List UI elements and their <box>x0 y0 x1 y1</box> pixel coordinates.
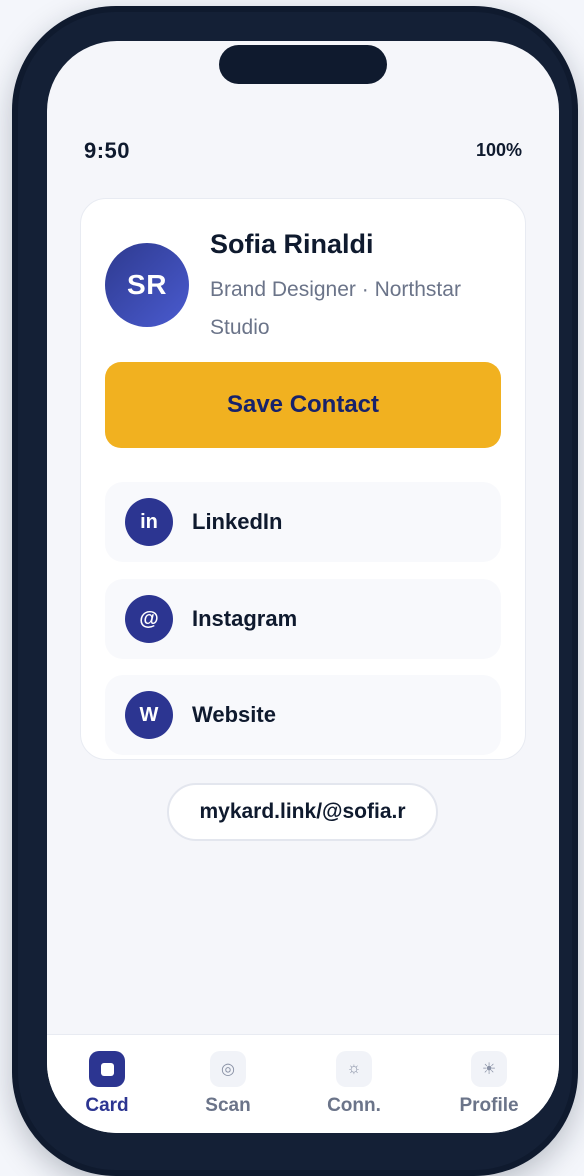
link-label: Website <box>192 702 276 727</box>
status-battery: 100% <box>475 140 522 160</box>
instagram-icon: @ <box>125 595 173 643</box>
scan-icon: ◎ <box>210 1051 246 1087</box>
tab-label: Profile <box>459 1095 519 1116</box>
link-instagram[interactable]: @ Instagram <box>105 579 501 659</box>
profile-icon: ☀ <box>471 1051 507 1087</box>
tab-label: Card <box>85 1095 129 1116</box>
profile-role: Brand Designer · Northstar Studio <box>210 278 461 339</box>
save-contact-button[interactable]: Save Contact <box>105 362 501 448</box>
tab-label: Scan <box>205 1095 251 1116</box>
link-label: LinkedIn <box>192 509 283 534</box>
bottom-tab-bar: Card ◎ Scan ☼ Conn. ☀ Profile <box>47 1034 559 1133</box>
tab-profile[interactable]: ☀ Profile <box>439 1051 539 1121</box>
tab-scan[interactable]: ◎ Scan <box>178 1051 278 1121</box>
tab-label: Conn. <box>327 1095 381 1116</box>
website-icon: W <box>125 691 173 739</box>
profile-name: Sofia Rinaldi <box>210 229 374 259</box>
linkedin-icon: in <box>125 498 173 546</box>
card-icon <box>89 1051 125 1087</box>
connections-icon: ☼ <box>336 1051 372 1087</box>
contact-card: SR Sofia Rinaldi Brand Designer · Norths… <box>80 198 526 760</box>
link-linkedin[interactable]: in LinkedIn <box>105 482 501 562</box>
link-label: Instagram <box>192 606 298 631</box>
status-time: 9:50 <box>84 138 131 163</box>
link-website[interactable]: W Website <box>105 675 501 755</box>
camera-notch <box>219 45 387 84</box>
share-url-pill[interactable]: mykard.link/@sofia.r <box>167 783 438 841</box>
tab-card[interactable]: Card <box>57 1051 157 1121</box>
tab-connections[interactable]: ☼ Conn. <box>304 1051 404 1121</box>
avatar: SR <box>105 243 189 327</box>
phone-screen: 9:50 100% SR Sofia Rinaldi Brand Designe… <box>47 41 559 1133</box>
